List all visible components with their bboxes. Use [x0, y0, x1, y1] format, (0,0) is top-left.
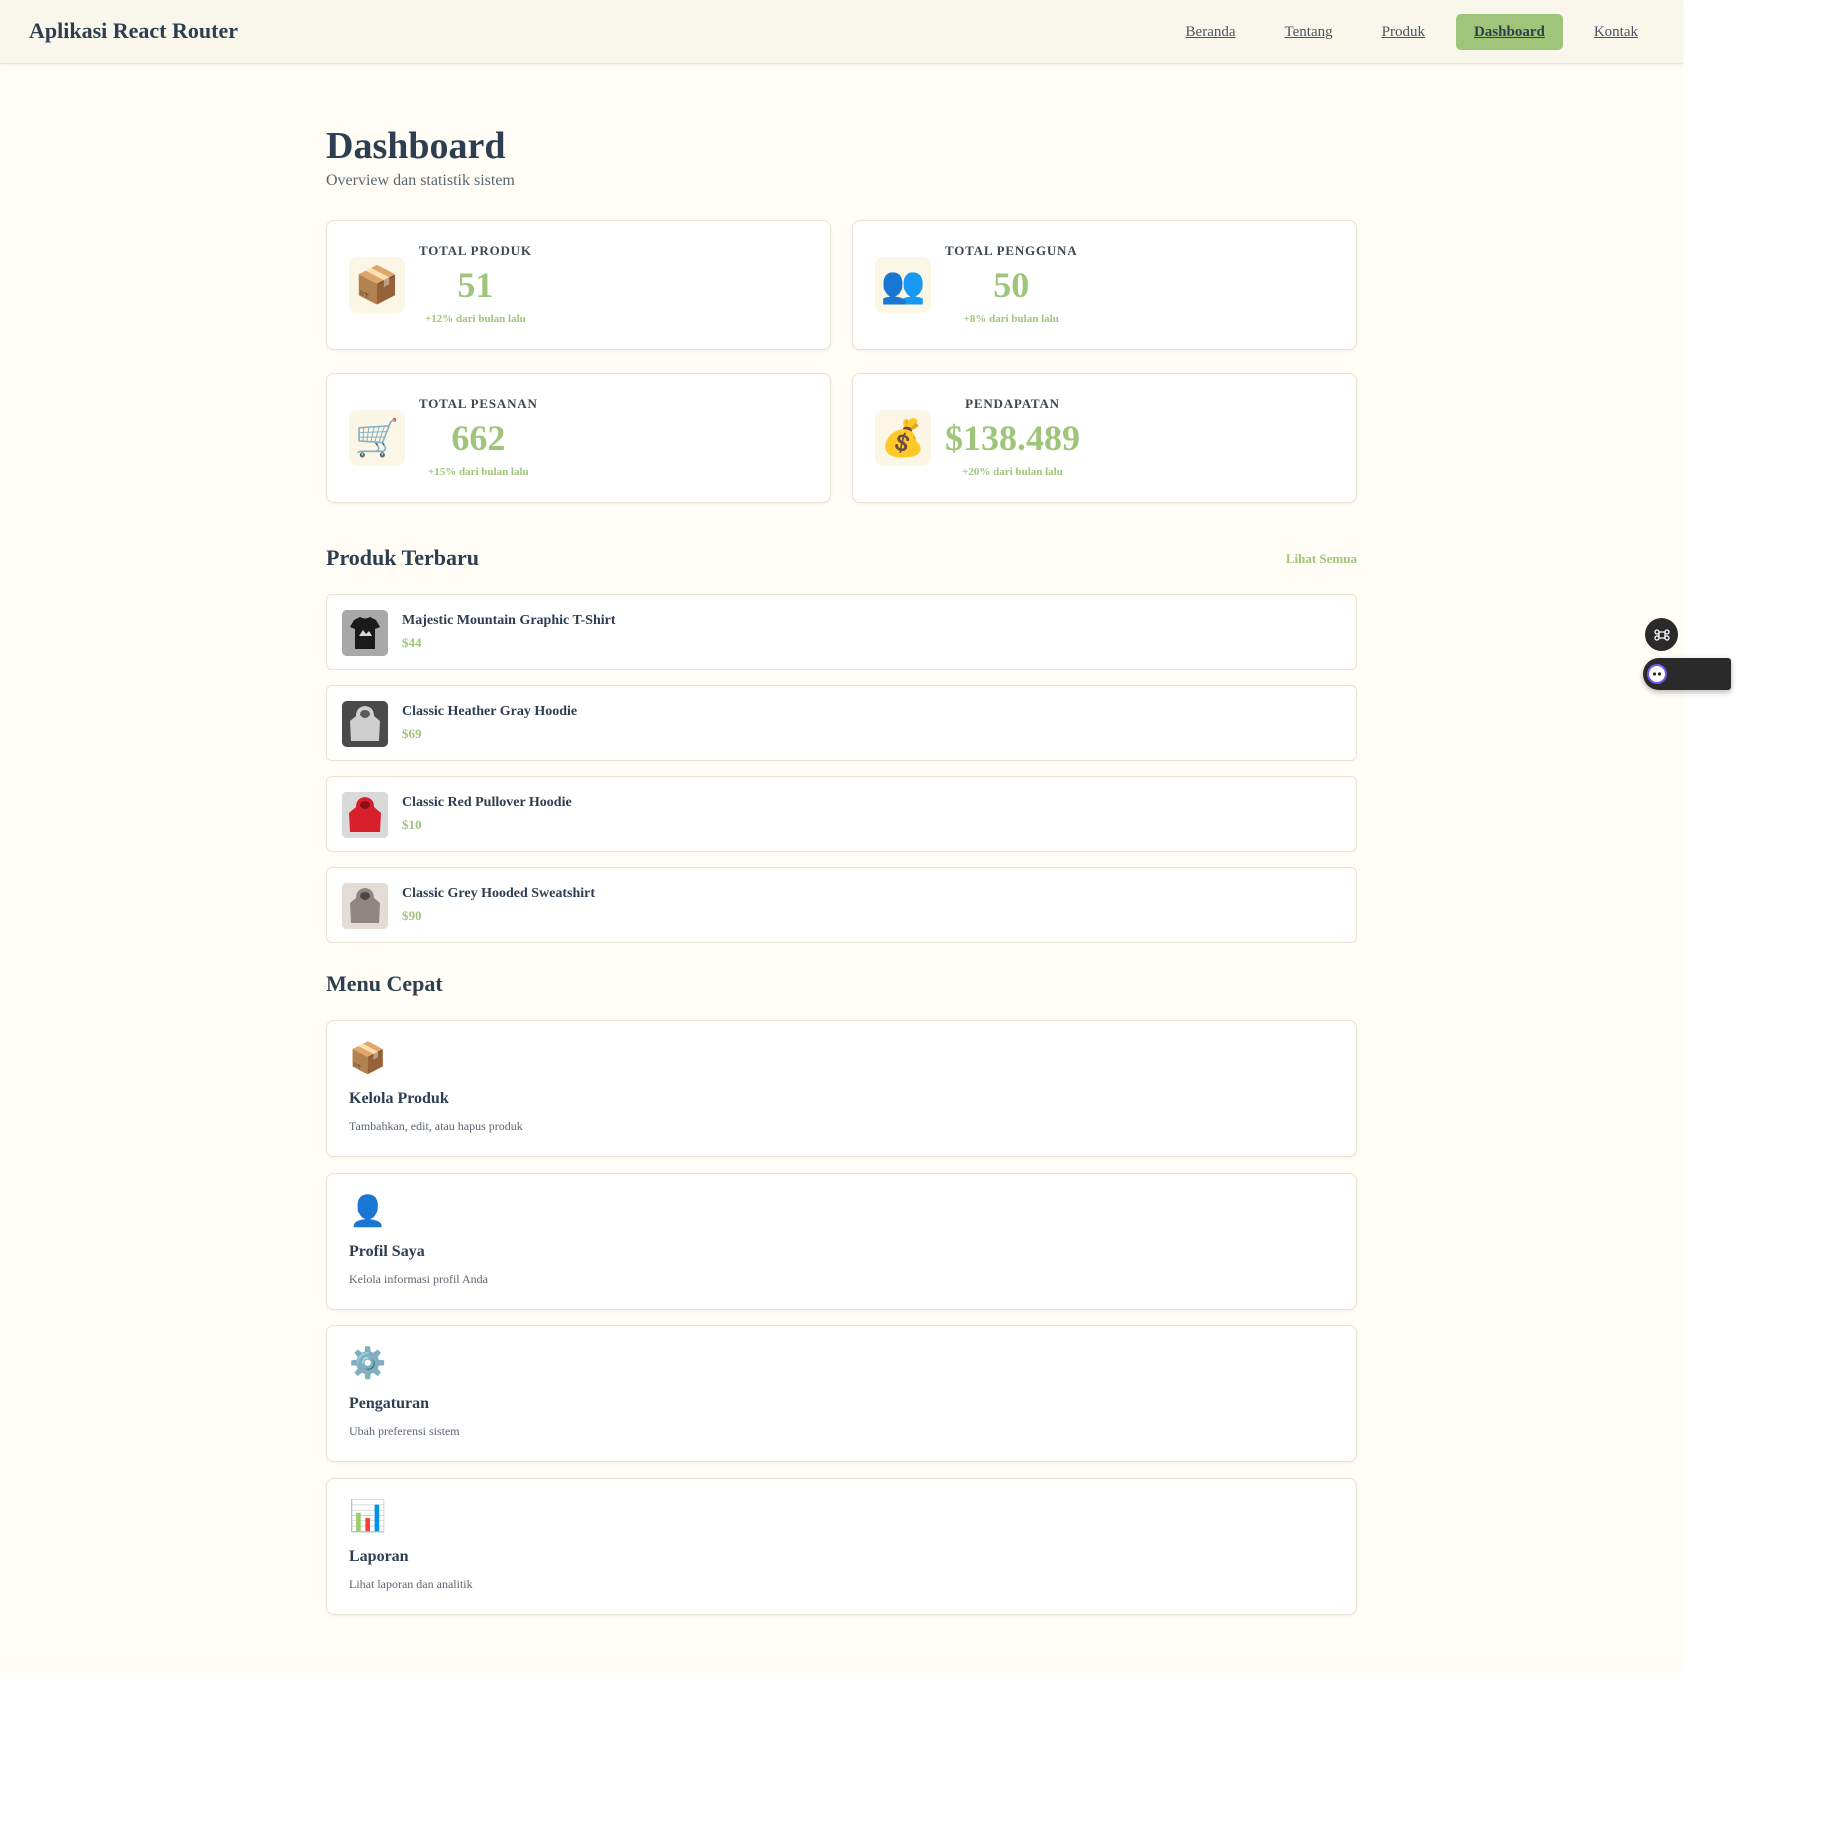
bar-chart-icon: 📊 — [349, 1499, 387, 1534]
product-item[interactable]: Classic Heather Gray Hoodie $69 — [326, 685, 1357, 761]
product-item[interactable]: Classic Red Pullover Hoodie $10 — [326, 776, 1357, 852]
menu-card-title: Laporan — [349, 1548, 409, 1565]
menu-card-desc: Ubah preferensi sistem — [349, 1424, 460, 1438]
nav-links: Beranda Tentang Produk Dashboard Kontak — [1155, 14, 1656, 50]
product-thumbnail-tshirt — [342, 610, 388, 656]
product-name: Classic Heather Gray Hoodie — [402, 704, 578, 719]
stat-change: +8% dari bulan lalu — [963, 313, 1059, 325]
product-price: $10 — [402, 817, 422, 832]
menu-card-title: Kelola Produk — [349, 1090, 449, 1107]
section-title-menu-cepat: Menu Cepat — [326, 971, 443, 996]
stat-change: +20% dari bulan lalu — [962, 466, 1063, 478]
navbar: Aplikasi React Router Beranda Tentang Pr… — [0, 0, 1683, 64]
menu-card-kelola-produk[interactable]: 📦 Kelola Produk Tambahkan, edit, atau ha… — [326, 1020, 1357, 1157]
product-price: $44 — [402, 635, 422, 650]
menu-card-desc: Kelola informasi profil Anda — [349, 1272, 488, 1286]
menu-card-desc: Lihat laporan dan analitik — [349, 1577, 473, 1591]
stat-label: TOTAL PRODUK — [419, 243, 532, 258]
stat-label: PENDAPATAN — [965, 396, 1060, 411]
stat-card-pendapatan: 💰 PENDAPATAN $138.489 +20% dari bulan la… — [852, 373, 1357, 503]
assistant-avatar-icon — [1647, 664, 1667, 684]
command-shortcut-button[interactable] — [1645, 618, 1678, 651]
nav-link-produk[interactable]: Produk — [1364, 14, 1443, 50]
gear-icon: ⚙️ — [349, 1346, 387, 1381]
nav-link-kontak[interactable]: Kontak — [1576, 14, 1656, 50]
package-icon: 📦 — [349, 1041, 387, 1076]
nav-link-dashboard[interactable]: Dashboard — [1455, 14, 1563, 50]
stat-card-total-produk: 📦 TOTAL PRODUK 51 +12% dari bulan lalu — [326, 220, 831, 350]
menu-card-laporan[interactable]: 📊 Laporan Lihat laporan dan analitik — [326, 1478, 1357, 1615]
product-thumbnail-red-hoodie — [342, 792, 388, 838]
product-name: Majestic Mountain Graphic T-Shirt — [402, 613, 616, 628]
app-root: Aplikasi React Router Beranda Tentang Pr… — [0, 0, 1683, 1673]
product-thumbnail-gray-hoodie — [342, 701, 388, 747]
stat-card-total-pesanan: 🛒 TOTAL PESANAN 662 +15% dari bulan lalu — [326, 373, 831, 503]
product-name: Classic Grey Hooded Sweatshirt — [402, 886, 596, 901]
stat-value: 662 — [451, 418, 506, 458]
product-price: $69 — [402, 726, 422, 741]
product-item[interactable]: Classic Grey Hooded Sweatshirt $90 — [326, 867, 1357, 943]
brand-title[interactable]: Aplikasi React Router — [29, 18, 238, 44]
money-bag-icon: 💰 — [875, 410, 931, 466]
menu-card-title: Profil Saya — [349, 1243, 425, 1260]
page-title: Dashboard — [326, 125, 506, 167]
nav-link-beranda[interactable]: Beranda — [1168, 14, 1254, 50]
stat-label: TOTAL PESANAN — [419, 396, 538, 411]
stat-change: +12% dari bulan lalu — [425, 313, 526, 325]
stat-change: +15% dari bulan lalu — [427, 466, 529, 478]
stat-value: $138.489 — [945, 418, 1080, 458]
product-thumbnail-grey-sweatshirt — [342, 883, 388, 929]
stat-value: 51 — [457, 265, 494, 305]
user-icon: 👤 — [349, 1194, 387, 1229]
product-price: $90 — [402, 908, 422, 923]
cart-icon: 🛒 — [349, 410, 405, 466]
product-item[interactable]: Majestic Mountain Graphic T-Shirt $44 — [326, 594, 1357, 670]
see-all-link[interactable]: Lihat Semua — [1286, 551, 1357, 567]
nav-link-tentang[interactable]: Tentang — [1267, 14, 1351, 50]
menu-card-desc: Tambahkan, edit, atau hapus produk — [349, 1119, 523, 1133]
stat-body: TOTAL PESANAN 662 +15% dari bulan lalu — [419, 396, 538, 478]
users-icon: 👥 — [875, 257, 931, 313]
package-icon: 📦 — [349, 257, 405, 313]
command-icon — [1653, 628, 1670, 641]
menu-card-title: Pengaturan — [349, 1395, 429, 1412]
menu-card-pengaturan[interactable]: ⚙️ Pengaturan Ubah preferensi sistem — [326, 1325, 1357, 1462]
stat-card-total-pengguna: 👥 TOTAL PENGGUNA 50 +8% dari bulan lalu — [852, 220, 1357, 350]
stat-label: TOTAL PENGGUNA — [945, 243, 1078, 258]
page-subtitle: Overview dan statistik sistem — [326, 172, 515, 189]
menu-card-profil-saya[interactable]: 👤 Profil Saya Kelola informasi profil An… — [326, 1173, 1357, 1310]
stat-body: TOTAL PRODUK 51 +12% dari bulan lalu — [419, 243, 532, 325]
stat-value: 50 — [993, 265, 1030, 305]
assistant-widget[interactable] — [1643, 658, 1731, 690]
stat-body: PENDAPATAN $138.489 +20% dari bulan lalu — [945, 396, 1080, 478]
stat-body: TOTAL PENGGUNA 50 +8% dari bulan lalu — [945, 243, 1077, 325]
section-title-produk-terbaru: Produk Terbaru — [326, 545, 480, 570]
product-name: Classic Red Pullover Hoodie — [402, 795, 572, 810]
